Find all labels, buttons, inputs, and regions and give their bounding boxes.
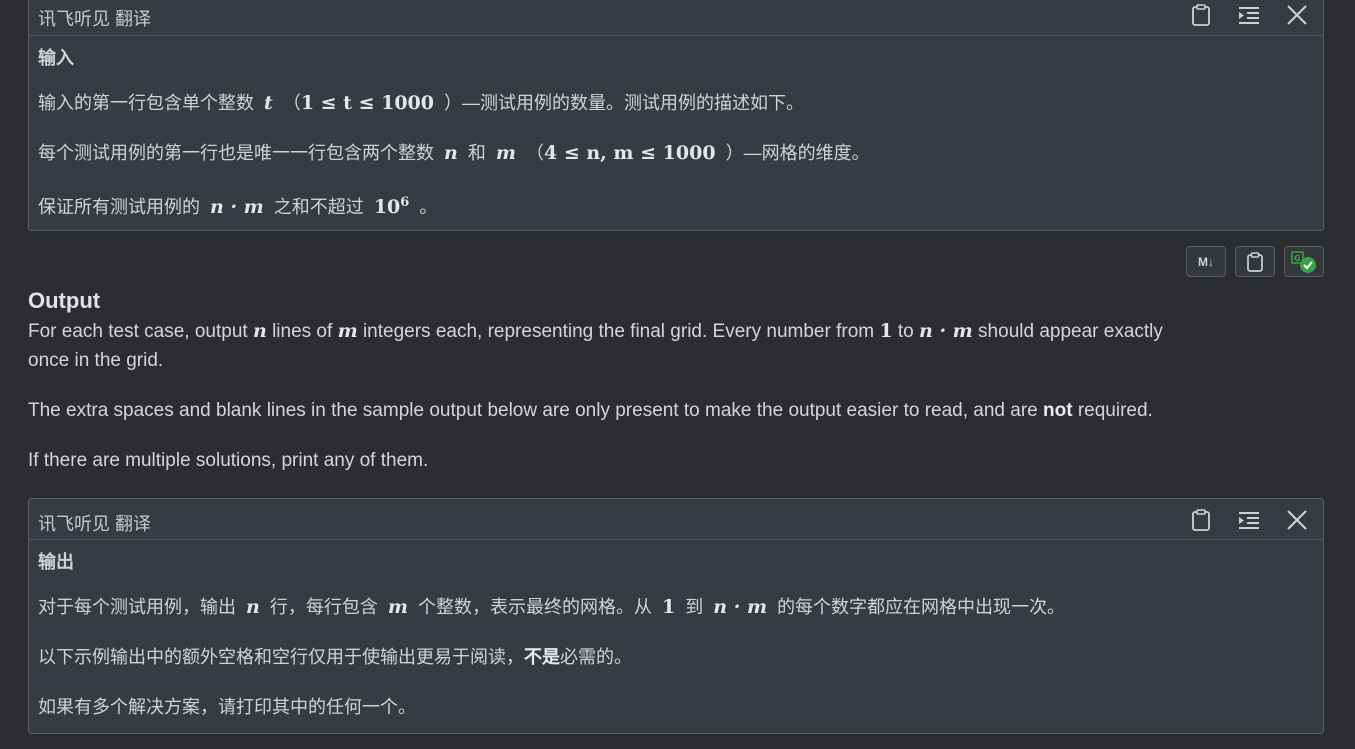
text: 到: [685, 597, 704, 617]
close-icon[interactable]: [1283, 2, 1311, 28]
translation-panel-input: 讯飞听见 翻译 输入 输入的第一行包含单个整数 t （1 ≤ t ≤ 1000 …: [28, 0, 1324, 231]
text: required.: [1072, 400, 1153, 421]
text: ）—网格的维度。: [725, 143, 870, 163]
math-expr: 4 ≤ n, m ≤ 1000: [544, 142, 716, 164]
text: 个整数，表示最终的网格。从: [418, 597, 652, 617]
translate-check-icon: G: [1291, 250, 1316, 273]
section-heading: 输出: [38, 552, 74, 572]
text: lines of: [266, 321, 338, 342]
math-number: 1: [879, 320, 893, 342]
text: 行，每行包含: [269, 597, 378, 617]
output-line-3: 如果有多个解决方案，请打印其中的任何一个。: [38, 697, 416, 717]
translation-panel-output: 讯飞听见 翻译 输出 对于每个测试用例，输出 n 行，每行包含 m 个整数，表示…: [28, 498, 1324, 734]
panel-header: 讯飞听见 翻译: [29, 0, 1323, 36]
math-var: m: [387, 596, 408, 618]
text: 之和不超过: [273, 197, 364, 217]
text: should appear exactly: [972, 321, 1163, 342]
panel-title: 讯飞听见 翻译: [38, 514, 152, 534]
svg-text:G: G: [1294, 254, 1301, 263]
clipboard-icon: [1247, 251, 1263, 272]
panel-title: 讯飞听见 翻译: [38, 9, 152, 29]
math-number: 1: [662, 596, 676, 618]
output-paragraph-1: For each test case, output n lines of m …: [28, 320, 1163, 343]
text: 以下示例输出中的额外空格和空行仅用于使输出更易于阅读，: [38, 647, 524, 667]
list-indent-icon[interactable]: [1235, 507, 1263, 533]
math-var: n: [252, 320, 267, 342]
text: integers each, representing the final gr…: [357, 321, 880, 342]
text: For each test case, output: [28, 321, 253, 342]
text: 对于每个测试用例，输出: [38, 597, 236, 617]
close-icon[interactable]: [1283, 507, 1311, 533]
text: 保证所有测试用例的: [38, 197, 200, 217]
text: The extra spaces and blank lines in the …: [28, 400, 1044, 421]
text: （: [526, 143, 544, 163]
math-var: t: [264, 92, 273, 114]
emphasis: 不是: [524, 647, 560, 667]
output-heading: Output: [28, 288, 101, 313]
panel-actions: [1187, 507, 1311, 533]
output-paragraph-3: If there are multiple solutions, print a…: [28, 450, 429, 471]
text: 必需的。: [560, 647, 632, 667]
input-line-3: 保证所有测试用例的 n · m 之和不超过 106 。: [38, 178, 1314, 228]
output-line-2: 以下示例输出中的额外空格和空行仅用于使输出更易于阅读，不是必需的。: [38, 632, 1314, 682]
section-heading: 输入: [38, 48, 74, 68]
text: 每个测试用例的第一行也是唯一一行包含两个整数: [38, 143, 434, 163]
text: 。: [419, 197, 438, 217]
list-indent-icon[interactable]: [1235, 2, 1263, 28]
math-var: m: [337, 320, 358, 342]
text: to: [892, 321, 920, 342]
emphasis: not: [1043, 400, 1073, 421]
math-var: n: [444, 142, 458, 164]
text: 和: [467, 143, 486, 163]
text: ）—测试用例的数量。测试用例的描述如下。: [444, 93, 805, 113]
translate-button[interactable]: G: [1284, 246, 1324, 277]
text: 输入的第一行包含单个整数: [38, 93, 254, 113]
panel-actions: [1187, 2, 1311, 28]
output-paragraph-1-cont: once in the grid.: [28, 350, 164, 371]
text: 的每个数字都应在网格中出现一次。: [777, 597, 1066, 617]
text: （: [282, 93, 301, 113]
clipboard-icon[interactable]: [1187, 507, 1215, 533]
math-expr: n · m: [210, 196, 264, 218]
panel-body: 输入 输入的第一行包含单个整数 t （1 ≤ t ≤ 1000 ）—测试用例的数…: [29, 36, 1323, 228]
input-line-2: 每个测试用例的第一行也是唯一一行包含两个整数 n 和 m （4 ≤ n, m ≤…: [38, 128, 1314, 178]
math-var: n: [246, 596, 260, 618]
markdown-button[interactable]: M↓: [1186, 246, 1226, 277]
math-exponent: 6: [400, 195, 410, 210]
math-var: m: [495, 142, 516, 164]
panel-header: 讯飞听见 翻译: [29, 499, 1323, 540]
clipboard-icon[interactable]: [1187, 2, 1215, 28]
math-expr: n · m: [919, 320, 973, 342]
math-number: 10: [373, 196, 401, 218]
math-expr: n · m: [713, 596, 768, 618]
output-paragraph-2: The extra spaces and blank lines in the …: [28, 400, 1153, 422]
output-line-1: 对于每个测试用例，输出 n 行，每行包含 m 个整数，表示最终的网格。从 1 到…: [38, 582, 1314, 632]
copy-button[interactable]: [1235, 246, 1275, 277]
toolbar: M↓ G: [1186, 246, 1324, 277]
panel-body: 输出 对于每个测试用例，输出 n 行，每行包含 m 个整数，表示最终的网格。从 …: [29, 540, 1323, 732]
markdown-icon: M↓: [1198, 254, 1214, 269]
math-expr: 1 ≤ t ≤ 1000: [300, 92, 434, 114]
input-line-1: 输入的第一行包含单个整数 t （1 ≤ t ≤ 1000 ）—测试用例的数量。测…: [38, 78, 1314, 128]
